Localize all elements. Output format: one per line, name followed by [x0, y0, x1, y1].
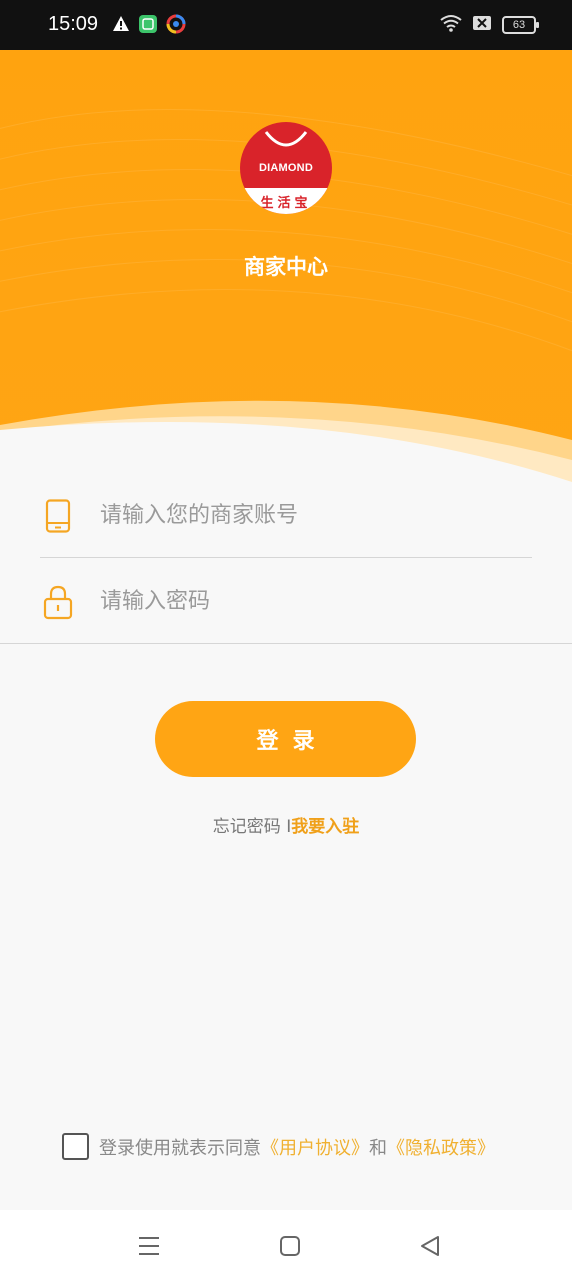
back-icon[interactable] [416, 1232, 444, 1260]
system-nav-bar [0, 1210, 572, 1280]
auth-links: 忘记密码 I我要入驻 [0, 812, 572, 837]
agreement-text: 登录使用就表示同意 [99, 1137, 261, 1159]
menu-icon[interactable] [135, 1232, 163, 1260]
password-field[interactable] [0, 560, 572, 644]
header-banner: DIAMOND 生活宝 商家中心 [0, 50, 572, 490]
home-icon[interactable] [276, 1232, 304, 1260]
account-input[interactable] [98, 502, 478, 529]
warning-icon [112, 15, 130, 37]
app-logo: DIAMOND 生活宝 [240, 122, 332, 214]
status-bar: 15:09 63 [0, 0, 572, 50]
user-agreement-link[interactable]: 《用户协议》 [261, 1134, 369, 1160]
forgot-password-link[interactable]: 忘记密码 [213, 817, 281, 837]
lock-icon [40, 582, 76, 622]
status-left-icons [112, 14, 186, 38]
battery-icon: 63 [502, 16, 539, 34]
account-field[interactable] [40, 474, 532, 558]
wifi-icon [440, 14, 462, 36]
status-right-icons: 63 [440, 14, 539, 36]
page-title: 商家中心 [244, 255, 328, 279]
logo-text: DIAMOND [259, 162, 313, 174]
privacy-policy-link[interactable]: 《隐私政策》 [387, 1134, 495, 1160]
logo-cn-text: 生活宝 [260, 196, 312, 211]
app-icon [138, 14, 158, 38]
register-link[interactable]: 我要入驻 [291, 817, 359, 837]
browser-icon [166, 14, 186, 38]
agreement-row: 登录使用就表示同意 《用户协议》 和 《隐私政策》 [62, 1133, 495, 1160]
agreement-checkbox[interactable] [62, 1133, 89, 1160]
bag-handle-icon [264, 131, 308, 147]
sim-off-icon [472, 14, 492, 36]
login-button[interactable]: 登录 [155, 701, 416, 777]
agreement-and: 和 [369, 1137, 387, 1159]
phone-icon [40, 496, 76, 536]
password-input[interactable] [98, 588, 478, 615]
status-time: 15:09 [48, 13, 99, 35]
